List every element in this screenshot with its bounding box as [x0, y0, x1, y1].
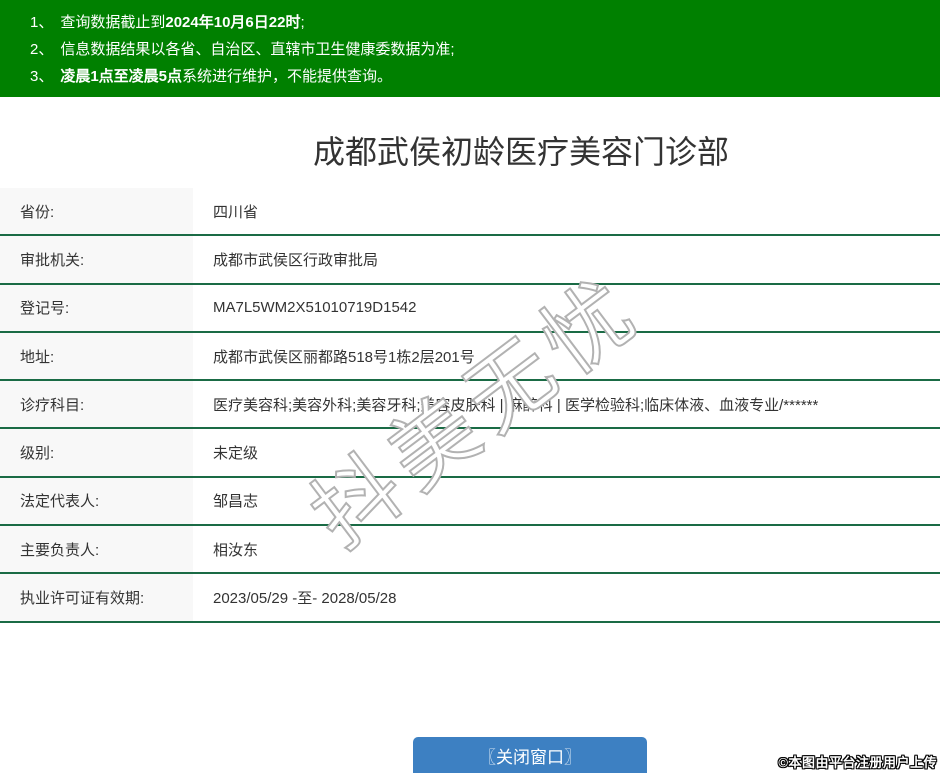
row-value: 四川省	[213, 203, 259, 221]
notice-item: 3、 凌晨1点至凌晨5点系统进行维护，不能提供查询。	[0, 63, 940, 90]
info-table: 省份: 四川省 审批机关: 成都市武侯区行政审批局 登记号: MA7L5WM2X…	[0, 188, 940, 623]
notice-item-bold-text: 2024年10月6日22时	[165, 14, 301, 31]
notice-item-number: 2、	[30, 41, 54, 58]
notice-item-number: 3、	[30, 68, 54, 85]
page-title: 成都武侯初龄医疗美容门诊部	[313, 134, 730, 170]
table-row: 诊疗科目: 医疗美容科;美容外科;美容牙科;美容皮肤科 | 麻醉科 | 医学检验…	[0, 381, 940, 430]
credit-watermark: ©本图由平台注册用户上传	[778, 755, 937, 770]
notice-item-text: 系统进行维护，不能提供查询。	[182, 68, 393, 85]
table-row: 地址: 成都市武侯区丽都路518号1栋2层201号	[0, 332, 940, 382]
table-row: 执业许可证有效期: 2023/05/29 -至- 2028/05/28	[0, 574, 940, 623]
table-row: 法定代表人: 邹昌志	[0, 477, 940, 527]
notice-item-bold-text: 凌晨1点至凌晨5点	[60, 68, 183, 85]
notice-item-text: 信息数据结果以各省、自治区、直辖市卫生健康委数据为准;	[60, 41, 455, 58]
table-row: 审批机关: 成都市武侯区行政审批局	[0, 236, 940, 285]
row-label: 法定代表人:	[0, 477, 193, 525]
notice-item: 2、 信息数据结果以各省、自治区、直辖市卫生健康委数据为准;	[0, 36, 940, 63]
row-value: 成都市武侯区行政审批局	[213, 251, 379, 269]
row-value: 医疗美容科;美容外科;美容牙科;美容皮肤科 | 麻醉科 | 医学检验科;临床体液…	[213, 396, 819, 414]
row-label: 执业许可证有效期:	[0, 574, 193, 621]
table-row: 登记号: MA7L5WM2X51010719D1542	[0, 284, 940, 333]
table-row: 省份: 四川省	[0, 188, 940, 237]
notice-item-text: 查询数据截止到	[60, 14, 166, 31]
row-value: 相汝东	[213, 541, 259, 559]
row-label: 地址:	[0, 332, 193, 380]
notice-item-number: 1、	[30, 14, 54, 31]
row-label: 诊疗科目:	[0, 381, 193, 428]
row-label: 审批机关:	[0, 236, 193, 283]
row-label: 省份:	[0, 188, 193, 235]
row-label: 级别:	[0, 429, 193, 476]
row-value: 未定级	[213, 445, 259, 463]
table-row: 主要负责人: 相汝东	[0, 526, 940, 575]
row-label: 登记号:	[0, 284, 193, 331]
notice-item: 1、 查询数据截止到2024年10月6日22时;	[0, 9, 940, 36]
table-row: 级别: 未定级	[0, 429, 940, 478]
row-value: 邹昌志	[213, 493, 259, 511]
notice-bar: 1、 查询数据截止到2024年10月6日22时; 2、 信息数据结果以各省、自治区、…	[0, 0, 940, 97]
row-value: 成都市武侯区丽都路518号1栋2层201号	[213, 348, 475, 366]
row-value: MA7L5WM2X51010719D1542	[213, 299, 417, 317]
close-window-button[interactable]: 〖关闭窗口〗	[413, 737, 647, 773]
row-value: 2023/05/29 -至- 2028/05/28	[213, 590, 397, 608]
row-label: 主要负责人:	[0, 526, 193, 573]
notice-item-text: ;	[300, 14, 305, 31]
